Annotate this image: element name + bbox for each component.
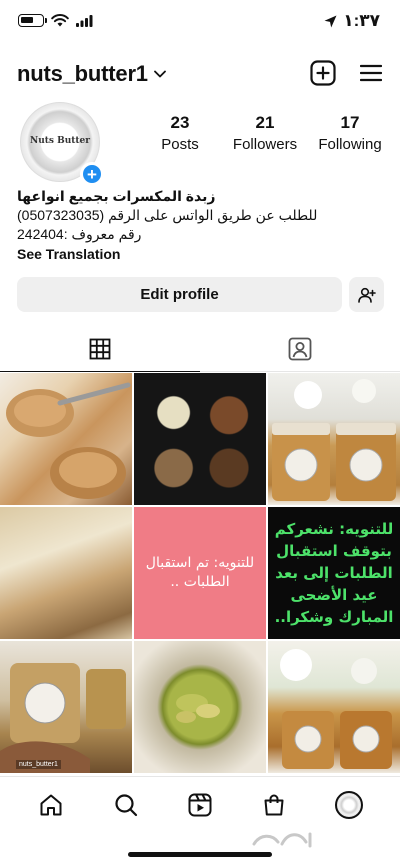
home-icon — [40, 794, 62, 815]
tab-tagged[interactable] — [200, 326, 400, 371]
header-actions — [310, 60, 382, 86]
add-person-icon — [357, 287, 376, 303]
grid-icon — [89, 338, 111, 359]
account-switcher[interactable]: nuts_butter1 — [17, 61, 166, 87]
post-thumbnail[interactable]: nuts_butter1 — [0, 641, 132, 773]
add-story-icon[interactable]: + — [80, 162, 104, 186]
new-post-icon[interactable] — [310, 60, 336, 86]
jars-flowers-illustration — [280, 649, 392, 769]
edit-profile-button[interactable]: Edit profile — [17, 277, 342, 312]
wifi-icon — [51, 14, 69, 27]
post-thumbnail[interactable]: للتنويه: تم استقبال الطلبات .. — [134, 507, 266, 639]
stat-followers[interactable]: 21 Followers — [225, 113, 305, 153]
stat-label: Followers — [232, 136, 298, 153]
profile-stats: 23 Posts 21 Followers 17 Following — [140, 113, 390, 153]
post-thumbnail[interactable] — [268, 373, 400, 505]
post-thumbnail[interactable] — [134, 373, 266, 505]
nav-shop[interactable] — [254, 785, 294, 825]
jar-in-hand-illustration — [0, 663, 126, 773]
stat-following[interactable]: 17 Following — [310, 113, 390, 153]
status-right: ١:٣٧ — [324, 11, 380, 31]
jars-illustration — [272, 379, 396, 501]
status-bar: ١:٣٧ — [0, 0, 400, 44]
stat-label: Posts — [161, 136, 199, 153]
stat-label: Following — [318, 136, 382, 153]
nav-reels[interactable] — [180, 785, 220, 825]
profile-bio: زبدة المكسرات بجميع انواعها للطلب عن طري… — [17, 187, 387, 264]
site-watermark-logo — [252, 832, 312, 848]
nav-profile[interactable] — [329, 785, 369, 825]
bottom-nav — [0, 776, 400, 832]
discover-people-button[interactable] — [349, 277, 384, 312]
avatar-logo-text: Nuts Butter — [29, 136, 91, 147]
post-text: للتنويه: نشعركم بتوقف استقبال الطلبات إل… — [274, 520, 394, 626]
stat-value: 21 — [255, 113, 275, 132]
see-translation-link[interactable]: See Translation — [17, 245, 387, 264]
profile-avatar — [334, 790, 363, 819]
toast-illustration — [6, 382, 131, 499]
stat-value: 23 — [170, 113, 190, 132]
shop-icon — [264, 794, 284, 815]
tagged-icon — [288, 337, 312, 360]
bio-name: زبدة المكسرات بجميع انواعها — [17, 188, 216, 204]
post-thumbnail[interactable]: للتنويه: نشعركم بتوقف استقبال الطلبات إل… — [268, 507, 400, 639]
status-left — [18, 14, 93, 27]
pistachio-illustration — [176, 694, 220, 723]
post-thumbnail[interactable] — [0, 507, 132, 639]
posts-grid: للتنويه: تم استقبال الطلبات .. للتنويه: … — [0, 373, 400, 773]
status-time: ١:٣٧ — [343, 11, 380, 30]
battery-icon — [18, 14, 47, 27]
chevron-down-icon — [153, 70, 166, 78]
nav-search[interactable] — [106, 785, 146, 825]
profile-avatar-container[interactable]: Nuts Butter + — [20, 102, 106, 188]
bio-line-registration: رقم معروف :242404 — [17, 226, 142, 242]
home-indicator — [128, 852, 272, 857]
tab-posts-grid[interactable] — [0, 326, 200, 372]
post-thumbnail[interactable] — [0, 373, 132, 505]
post-thumbnail[interactable] — [268, 641, 400, 773]
stat-value: 17 — [340, 113, 360, 132]
stat-posts[interactable]: 23 Posts — [140, 113, 220, 153]
reels-icon — [188, 793, 212, 816]
username: nuts_butter1 — [17, 61, 148, 86]
bio-line-order: للطلب عن طريق الواتس على الرقم (05073230… — [17, 207, 318, 223]
location-arrow-icon — [324, 15, 337, 27]
profile-header: nuts_butter1 — [0, 52, 400, 96]
signal-icon — [76, 14, 93, 27]
post-tag: nuts_butter1 — [16, 760, 61, 769]
search-icon — [114, 793, 137, 816]
menu-icon[interactable] — [360, 64, 382, 82]
post-text: للتنويه: تم استقبال الطلبات .. — [145, 555, 255, 590]
post-thumbnail[interactable] — [134, 641, 266, 773]
profile-tabs — [0, 326, 400, 372]
nav-home[interactable] — [31, 785, 71, 825]
